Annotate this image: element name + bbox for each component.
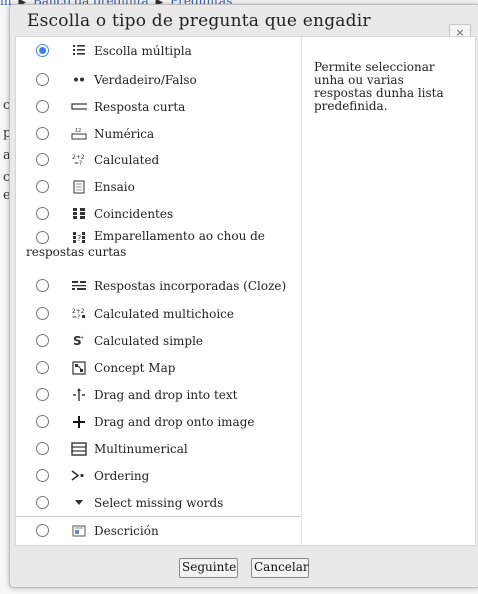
svg-text:+: + [80, 335, 84, 341]
question-type-radio[interactable] [36, 442, 49, 455]
question-type-radio[interactable] [36, 361, 49, 374]
question-type-option[interactable]: Respostas incorporadas (Cloze) [16, 272, 301, 299]
essay-icon [71, 180, 87, 194]
question-type-option[interactable]: 12 Numérica [16, 120, 301, 147]
svg-text:?: ? [77, 234, 81, 243]
question-type-option[interactable]: Ordering [16, 462, 301, 489]
question-type-option[interactable]: 2+2 =? Calculated multichoice [16, 300, 301, 327]
question-type-radio[interactable] [36, 73, 49, 86]
question-type-label-continuation: respostas curtas [26, 245, 127, 259]
question-type-dialog: Escolla o tipo de pregunta que engadir ×… [9, 4, 478, 588]
question-type-label: Descrición [94, 523, 159, 538]
question-type-description: Permite seleccionar unha ou varias respo… [314, 60, 444, 113]
question-type-label: Calculated simple [94, 333, 204, 348]
question-type-list: Escolla múltipla Verdadeiro/Falso Resposta… [16, 37, 302, 545]
ordering-icon [71, 469, 87, 483]
question-type-option[interactable]: Drag and drop onto image [16, 408, 301, 435]
question-type-label: Calculated [94, 152, 160, 167]
question-type-radio[interactable] [36, 231, 49, 244]
question-type-option[interactable]: Select missing words [16, 489, 301, 516]
multichoice-icon [71, 44, 87, 58]
numerical-icon: 12 [71, 127, 87, 141]
question-type-radio[interactable] [36, 44, 49, 57]
question-type-option[interactable]: S + Calculated simple [16, 327, 301, 354]
question-type-radio[interactable] [36, 127, 49, 140]
svg-text:12: 12 [75, 128, 81, 134]
question-type-label: Calculated multichoice [94, 306, 234, 321]
description-icon [71, 524, 87, 538]
question-type-label: Emparellamento ao chou de [94, 229, 265, 243]
gapselect-icon [71, 496, 87, 510]
question-type-radio[interactable] [36, 524, 49, 537]
question-type-radio[interactable] [36, 279, 49, 292]
question-type-label: Respostas incorporadas (Cloze) [94, 278, 287, 293]
dialog-footer: Seguinte Cancelar [10, 545, 478, 587]
question-type-label: Verdadeiro/Falso [94, 72, 197, 87]
question-type-radio[interactable] [36, 334, 49, 347]
question-type-radio[interactable] [36, 180, 49, 193]
question-type-label: Numérica [94, 126, 155, 141]
question-type-radio[interactable] [36, 153, 49, 166]
match-icon [71, 207, 87, 221]
question-type-option[interactable]: Resposta curta [16, 93, 301, 120]
question-type-option[interactable]: 2+2 =? Calculated [16, 146, 301, 173]
question-type-radio[interactable] [36, 415, 49, 428]
conceptmap-icon [71, 360, 87, 375]
question-type-label: Resposta curta [94, 99, 186, 114]
ddimage-icon [71, 415, 87, 429]
cancel-button[interactable]: Cancelar [251, 558, 309, 578]
question-type-label: Multinumerical [94, 441, 188, 456]
svg-text:=?: =? [74, 160, 82, 166]
svg-text:=?: =? [72, 314, 80, 320]
calculated-icon: 2+2 =? [71, 153, 87, 167]
question-type-label: Ensaio [94, 179, 135, 194]
question-type-label: Select missing words [94, 495, 224, 510]
question-type-option[interactable]: Concept Map [16, 354, 301, 381]
calculatedsimple-icon: S + [71, 334, 87, 348]
dialog-header: Escolla o tipo de pregunta que engadir × [10, 5, 478, 42]
question-type-option[interactable]: Drag and drop into text [16, 381, 301, 408]
question-type-option[interactable]: ? Emparellamento ao chou de respostas curt… [16, 227, 301, 263]
ddwtos-icon [71, 387, 87, 402]
question-type-label: Drag and drop onto image [94, 414, 255, 429]
dialog-title: Escolla o tipo de pregunta que engadir [27, 11, 371, 31]
question-type-label: Concept Map [94, 360, 176, 375]
calculatedmulti-icon: 2+2 =? [71, 307, 87, 321]
question-type-option[interactable]: Ensaio [16, 173, 301, 200]
question-type-radio[interactable] [36, 100, 49, 113]
question-type-radio[interactable] [36, 496, 49, 509]
question-type-option[interactable]: Escolla múltipla [16, 37, 301, 64]
randomsamatch-icon: ? [71, 230, 87, 244]
question-type-radio[interactable] [36, 469, 49, 482]
shortanswer-icon [71, 100, 87, 114]
question-type-radio[interactable] [36, 207, 49, 220]
dialog-body: Escolla múltipla Verdadeiro/Falso Resposta… [15, 36, 476, 546]
question-type-label: Coincidentes [94, 206, 174, 221]
question-type-radio[interactable] [36, 388, 49, 401]
next-button[interactable]: Seguinte [179, 558, 238, 578]
question-type-option[interactable]: Coincidentes [16, 200, 301, 227]
question-type-radio[interactable] [36, 307, 49, 320]
cloze-icon [71, 279, 87, 293]
question-type-label: Escolla múltipla [94, 43, 192, 58]
question-type-option[interactable]: Multinumerical [16, 435, 301, 462]
question-type-label: Drag and drop into text [94, 387, 238, 402]
question-type-label: Ordering [94, 468, 150, 483]
question-type-option[interactable]: Verdadeiro/Falso [16, 66, 301, 93]
truefalse-icon [71, 73, 87, 87]
question-type-option[interactable]: Descrición [16, 516, 301, 544]
multinumerical-icon [71, 441, 87, 456]
